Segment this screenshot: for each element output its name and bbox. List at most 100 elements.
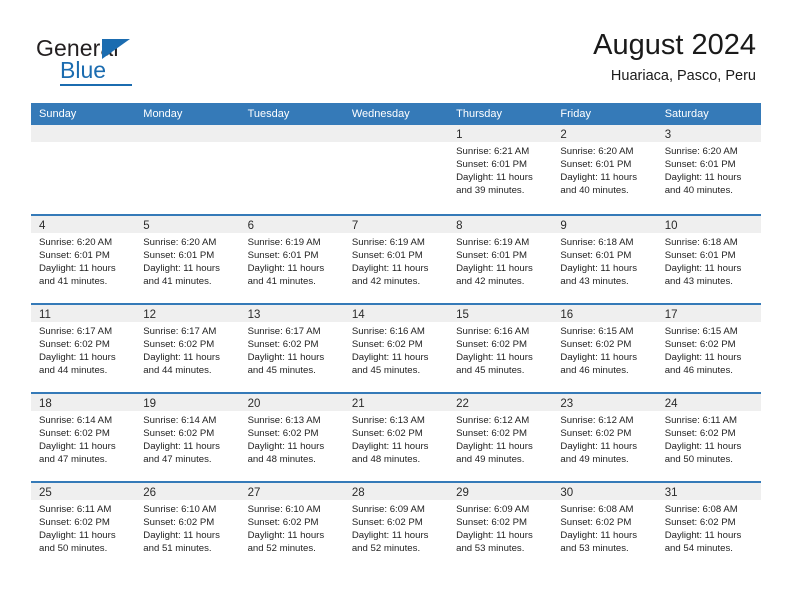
sunset-text: Sunset: 6:01 PM — [351, 249, 423, 261]
day-number-header: 23 — [552, 394, 657, 411]
daylight-text-line1: Daylight: 11 hours — [456, 529, 533, 541]
day-cell-body: Sunrise: 6:17 AM Sunset: 6:02 PM Daylight:… — [135, 322, 239, 378]
calendar-day-cell[interactable]: 2 Sunrise: 6:20 AM Sunset: 6:01 PM Daylight… — [552, 125, 657, 214]
calendar-day-cell[interactable]: 6 Sunrise: 6:19 AM Sunset: 6:01 PM Daylight… — [239, 216, 344, 303]
calendar-day-cell[interactable]: 29 Sunrise: 6:09 AM Sunset: 6:02 PM Dayligh… — [448, 483, 553, 570]
calendar-day-cell[interactable]: 23 Sunrise: 6:12 AM Sunset: 6:02 PM Dayligh… — [552, 394, 657, 481]
day-number-header: 2 — [552, 125, 657, 142]
day-number-header: 25 — [31, 483, 136, 500]
daylight-text-line1: Daylight: 11 hours — [351, 351, 429, 363]
sunrise-text: Sunrise: 6:17 AM — [247, 326, 321, 337]
general-blue-logo[interactable]: General Blue — [36, 36, 196, 88]
day-number: 5 — [143, 220, 150, 232]
calendar-day-cell[interactable]: 5 Sunrise: 6:20 AM Sunset: 6:01 PM Daylight… — [135, 216, 240, 303]
daylight-text-line1: Daylight: 11 hours — [560, 351, 638, 363]
calendar-day-cell[interactable]: 25 Sunrise: 6:11 AM Sunset: 6:02 PM Dayligh… — [31, 483, 136, 570]
sunset-text: Sunset: 6:02 PM — [143, 338, 215, 350]
day-cell-body: Sunrise: 6:08 AM Sunset: 6:02 PM Daylight:… — [552, 500, 656, 556]
day-cell-body: Sunrise: 6:20 AM Sunset: 6:01 PM Daylight:… — [657, 142, 761, 198]
calendar-day-cell[interactable]: 19 Sunrise: 6:14 AM Sunset: 6:02 PM Dayligh… — [135, 394, 240, 481]
calendar-day-cell[interactable]: 9 Sunrise: 6:18 AM Sunset: 6:01 PM Daylight… — [552, 216, 657, 303]
calendar-day-cell[interactable]: 20 Sunrise: 6:13 AM Sunset: 6:02 PM Dayligh… — [239, 394, 344, 481]
day-number: 30 — [560, 487, 574, 499]
calendar-day-cell[interactable]: 8 Sunrise: 6:19 AM Sunset: 6:01 PM Daylight… — [448, 216, 553, 303]
day-number-header: 3 — [656, 125, 761, 142]
day-cell-body: Sunrise: 6:11 AM Sunset: 6:02 PM Daylight:… — [31, 500, 135, 556]
daylight-text-line1: Daylight: 11 hours — [456, 351, 533, 363]
calendar-grid: Sunday Monday Tuesday Wednesday Thursday… — [31, 103, 761, 570]
sunset-text: Sunset: 6:01 PM — [560, 158, 632, 170]
calendar-day-cell[interactable]: 22 Sunrise: 6:12 AM Sunset: 6:02 PM Dayligh… — [448, 394, 553, 481]
dow-thursday: Thursday — [456, 108, 502, 120]
calendar-day-cell[interactable]: 30 Sunrise: 6:08 AM Sunset: 6:02 PM Dayligh… — [552, 483, 657, 570]
daylight-text-line1: Daylight: 11 hours — [456, 262, 533, 274]
daylight-text-line1: Daylight: 11 hours — [143, 351, 220, 363]
calendar-day-cell[interactable]: 12 Sunrise: 6:17 AM Sunset: 6:02 PM Dayligh… — [135, 305, 240, 392]
day-cell-body: Sunrise: 6:12 AM Sunset: 6:02 PM Daylight:… — [448, 411, 552, 467]
day-cell-body: Sunrise: 6:21 AM Sunset: 6:01 PM Daylight:… — [448, 142, 552, 198]
daylight-text-line2: and 53 minutes. — [560, 542, 629, 554]
day-number: 10 — [664, 220, 678, 232]
day-number: 19 — [143, 398, 157, 410]
day-cell-body: Sunrise: 6:14 AM Sunset: 6:02 PM Daylight:… — [135, 411, 239, 467]
sunset-text: Sunset: 6:02 PM — [143, 516, 215, 528]
daylight-text-line1: Daylight: 11 hours — [664, 440, 742, 452]
calendar-day-cell[interactable]: 16 Sunrise: 6:15 AM Sunset: 6:02 PM Dayligh… — [552, 305, 657, 392]
calendar-day-cell[interactable]: 1 Sunrise: 6:21 AM Sunset: 6:01 PM Daylight… — [448, 125, 553, 214]
dow-wednesday: Wednesday — [351, 108, 410, 120]
day-number-header — [239, 125, 344, 142]
calendar-day-cell[interactable]: 21 Sunrise: 6:13 AM Sunset: 6:02 PM Dayligh… — [343, 394, 449, 481]
sunset-text: Sunset: 6:02 PM — [456, 516, 528, 528]
day-cell-body: Sunrise: 6:10 AM Sunset: 6:02 PM Daylight:… — [135, 500, 239, 556]
calendar-day-cell[interactable]: 14 Sunrise: 6:16 AM Sunset: 6:02 PM Dayligh… — [343, 305, 449, 392]
calendar-day-cell[interactable]: 26 Sunrise: 6:10 AM Sunset: 6:02 PM Dayligh… — [135, 483, 240, 570]
sunrise-text: Sunrise: 6:14 AM — [143, 415, 217, 426]
day-number-header: 6 — [239, 216, 344, 233]
calendar-day-cell[interactable]: 18 Sunrise: 6:14 AM Sunset: 6:02 PM Dayligh… — [31, 394, 136, 481]
calendar-day-cell[interactable]: 17 Sunrise: 6:15 AM Sunset: 6:02 PM Dayligh… — [656, 305, 761, 392]
day-number: 28 — [351, 487, 365, 499]
logo-triangle-icon — [102, 39, 130, 59]
day-number: 20 — [247, 398, 261, 410]
calendar-day-cell[interactable]: 15 Sunrise: 6:16 AM Sunset: 6:02 PM Dayligh… — [448, 305, 553, 392]
daylight-text-line2: and 52 minutes. — [351, 542, 421, 554]
day-number: 3 — [664, 129, 672, 141]
sunrise-text: Sunrise: 6:19 AM — [351, 237, 425, 248]
day-number-header: 9 — [552, 216, 657, 233]
daylight-text-line1: Daylight: 11 hours — [247, 262, 325, 274]
sunset-text: Sunset: 6:02 PM — [351, 516, 423, 528]
sunrise-text: Sunrise: 6:08 AM — [560, 504, 634, 515]
day-number: 15 — [456, 309, 469, 321]
calendar-day-cell[interactable]: 10 Sunrise: 6:18 AM Sunset: 6:01 PM Dayligh… — [656, 216, 761, 303]
day-number: 9 — [560, 220, 567, 232]
day-number-header: 26 — [135, 483, 240, 500]
sunset-text: Sunset: 6:02 PM — [456, 338, 528, 350]
calendar-day-cell[interactable]: 3 Sunrise: 6:20 AM Sunset: 6:01 PM Daylight… — [656, 125, 761, 214]
calendar-day-cell[interactable]: 28 Sunrise: 6:09 AM Sunset: 6:02 PM Dayligh… — [343, 483, 449, 570]
calendar-day-cell[interactable]: 27 Sunrise: 6:10 AM Sunset: 6:02 PM Dayligh… — [239, 483, 344, 570]
daylight-text-line1: Daylight: 11 hours — [143, 529, 220, 541]
calendar-day-cell[interactable]: 13 Sunrise: 6:17 AM Sunset: 6:02 PM Dayligh… — [239, 305, 344, 392]
day-number-header: 30 — [552, 483, 657, 500]
day-cell-body: Sunrise: 6:18 AM Sunset: 6:01 PM Daylight:… — [552, 233, 656, 289]
calendar-day-cell[interactable]: 31 Sunrise: 6:08 AM Sunset: 6:02 PM Dayligh… — [656, 483, 761, 570]
daylight-text-line2: and 47 minutes. — [39, 453, 108, 465]
sunrise-text: Sunrise: 6:13 AM — [247, 415, 321, 426]
daylight-text-line1: Daylight: 11 hours — [664, 529, 742, 541]
calendar-day-cell[interactable]: 7 Sunrise: 6:19 AM Sunset: 6:01 PM Daylight… — [343, 216, 449, 303]
daylight-text-line2: and 48 minutes. — [247, 453, 316, 465]
day-number: 18 — [39, 398, 52, 410]
calendar-day-cell[interactable]: 11 Sunrise: 6:17 AM Sunset: 6:02 PM Dayligh… — [31, 305, 136, 392]
daylight-text-line2: and 39 minutes. — [456, 184, 525, 196]
daylight-text-line2: and 41 minutes. — [143, 275, 212, 287]
sunset-text: Sunset: 6:02 PM — [247, 427, 319, 439]
day-number: 23 — [560, 398, 574, 410]
sunset-text: Sunset: 6:01 PM — [39, 249, 110, 261]
day-number: 8 — [456, 220, 463, 232]
daylight-text-line2: and 45 minutes. — [247, 364, 316, 376]
daylight-text-line2: and 49 minutes. — [456, 453, 525, 465]
calendar-day-cell[interactable]: 24 Sunrise: 6:11 AM Sunset: 6:02 PM Dayligh… — [656, 394, 761, 481]
day-number-header — [343, 125, 449, 142]
day-cell-body: Sunrise: 6:18 AM Sunset: 6:01 PM Daylight:… — [657, 233, 761, 289]
calendar-day-cell[interactable]: 4 Sunrise: 6:20 AM Sunset: 6:01 PM Daylight… — [31, 216, 136, 303]
